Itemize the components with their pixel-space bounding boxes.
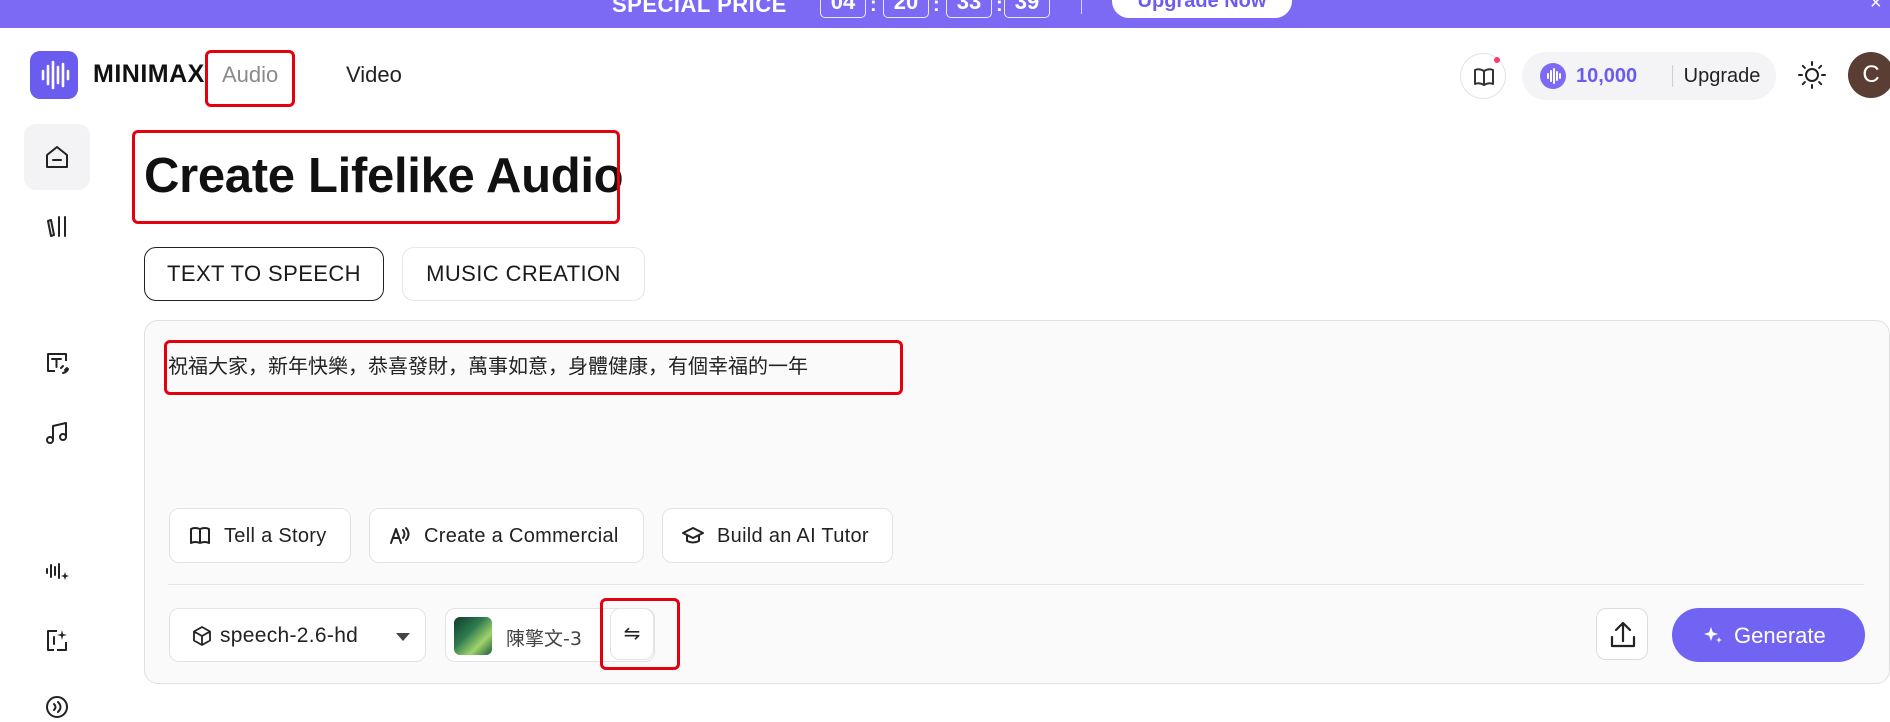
promo-divider	[1081, 0, 1082, 14]
generate-label: Generate	[1734, 623, 1826, 648]
countdown-hours: 04	[820, 0, 866, 18]
chip-label: Tell a Story	[224, 525, 327, 547]
upgrade-button[interactable]: Upgrade	[1668, 65, 1776, 88]
notification-dot	[1494, 57, 1500, 63]
credits-pill[interactable]: 10,000 Upgrade	[1522, 52, 1776, 100]
countdown-minutes: 20	[883, 0, 929, 18]
page: SPECIAL PRICE 04 : 20 : 33 : 39 Upgrade …	[0, 0, 1890, 722]
sparkle-icon	[1704, 627, 1722, 643]
countdown-separator: :	[870, 0, 877, 16]
sidebar-item-library[interactable]	[32, 201, 82, 251]
panel-divider	[168, 584, 1864, 585]
learn-button[interactable]	[1460, 53, 1506, 99]
brand-name: MINIMAX	[93, 60, 205, 88]
countdown-separator: :	[996, 0, 1003, 16]
book-open-icon	[190, 527, 210, 544]
credits-count: 10,000	[1576, 65, 1638, 87]
upload-icon	[1610, 621, 1636, 648]
page-title: Create Lifelike Audio	[144, 149, 624, 203]
voice-avatar	[454, 617, 492, 655]
tell-a-story-chip[interactable]: Tell a Story	[169, 508, 351, 563]
text-input[interactable]: 祝福大家，新年快樂，恭喜發財，萬事如意，身體健康，有個幸福的一年	[168, 350, 808, 379]
sidebar-item-voice-clone[interactable]	[32, 546, 82, 596]
theme-toggle-icon[interactable]	[1797, 60, 1827, 90]
promo-banner: SPECIAL PRICE 04 : 20 : 33 : 39 Upgrade …	[0, 0, 1890, 28]
upgrade-now-button[interactable]: Upgrade Now	[1112, 0, 1292, 18]
close-icon[interactable]: ×	[1870, 0, 1882, 15]
cube-icon	[193, 626, 211, 646]
sidebar-item-audio-stream[interactable]	[32, 682, 82, 722]
sidebar-item-music[interactable]	[32, 408, 82, 458]
graduation-cap-icon	[682, 527, 704, 544]
chip-label: Create a Commercial	[424, 525, 619, 547]
voice-clone-icon	[46, 563, 69, 580]
sidebar-item-text-to-speech[interactable]	[32, 338, 82, 388]
model-value: speech-2.6-hd	[220, 624, 359, 647]
swap-voice-button[interactable]: ⇋	[610, 608, 654, 660]
text-to-speech-icon	[47, 353, 69, 374]
megaphone-text-icon	[390, 527, 410, 544]
library-icon	[47, 216, 66, 237]
avatar[interactable]: C	[1848, 52, 1890, 98]
waveform-logo-icon	[41, 60, 70, 90]
nav-audio[interactable]: Audio	[222, 62, 278, 88]
create-a-commercial-chip[interactable]: Create a Commercial	[369, 508, 644, 563]
generate-button[interactable]: Generate	[1672, 608, 1865, 662]
sidebar-item-home[interactable]	[24, 124, 90, 190]
home-icon	[46, 146, 68, 168]
audio-stream-icon	[46, 696, 68, 718]
countdown-separator: :	[933, 0, 940, 16]
voice-name: 陳擎文-3	[506, 628, 582, 650]
countdown-seconds: 33	[946, 0, 992, 18]
countdown-centis: 39	[1004, 0, 1050, 18]
model-select[interactable]: speech-2.6-hd	[169, 608, 426, 662]
credits-icon	[1540, 63, 1566, 89]
chevron-down-icon	[396, 633, 410, 641]
sidebar-item-voice-design[interactable]	[32, 615, 82, 665]
tab-music-creation[interactable]: MUSIC CREATION	[402, 247, 645, 301]
voice-design-icon	[47, 630, 67, 651]
chip-label: Build an AI Tutor	[717, 525, 869, 547]
build-an-ai-tutor-chip[interactable]: Build an AI Tutor	[662, 508, 893, 563]
book-icon	[1474, 68, 1494, 86]
music-icon	[46, 422, 67, 444]
nav-video[interactable]: Video	[346, 62, 402, 88]
minimax-logo[interactable]	[30, 51, 78, 99]
tab-text-to-speech[interactable]: TEXT TO SPEECH	[144, 247, 384, 301]
upload-button[interactable]	[1596, 608, 1648, 660]
promo-title: SPECIAL PRICE	[612, 0, 787, 17]
